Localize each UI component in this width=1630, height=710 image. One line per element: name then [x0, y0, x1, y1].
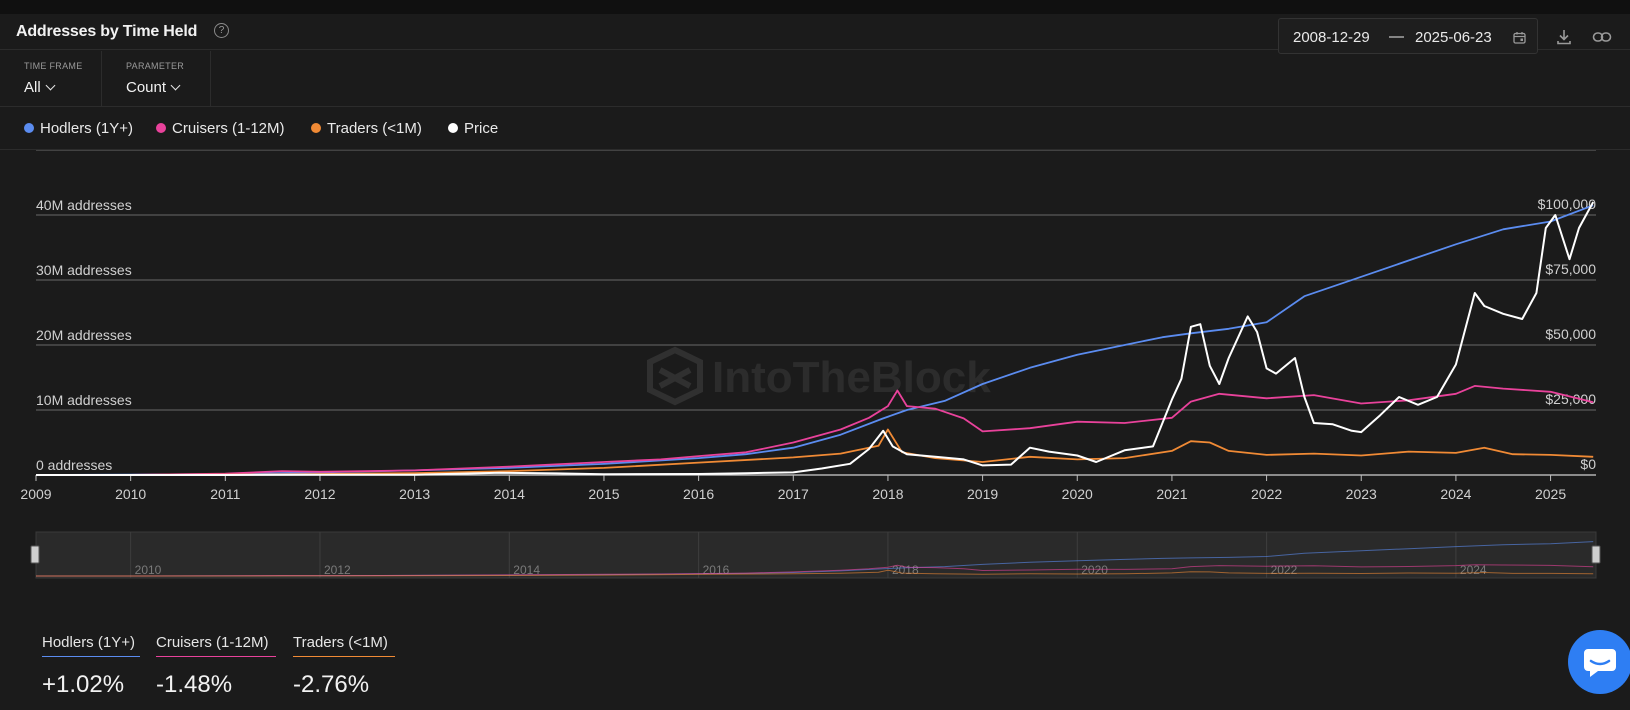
navigator-handle-left[interactable]	[30, 545, 40, 564]
legend-item-traders[interactable]: Traders (<1M)	[311, 120, 422, 137]
stat-value: +1.02%	[42, 671, 125, 698]
x-tick-label: 2009	[20, 486, 51, 502]
date-start[interactable]: 2008-12-29	[1293, 29, 1370, 46]
x-tick-label: 2020	[1062, 486, 1093, 502]
x-tick-label: 2016	[683, 486, 714, 502]
stat-traders: Traders (<1M) -2.76%	[293, 634, 395, 699]
x-tick-label: 2023	[1346, 486, 1377, 502]
x-tick-label: 2024	[1440, 486, 1471, 502]
x-tick-label: 2010	[115, 486, 146, 502]
legend-dot-price	[448, 123, 458, 133]
legend-item-price[interactable]: Price	[448, 120, 498, 137]
question-circle-icon[interactable]: ?	[214, 23, 229, 38]
stat-name: Cruisers (1-12M)	[156, 634, 276, 657]
link-icon[interactable]	[1592, 28, 1612, 46]
y-left-tick-label: 30M addresses	[36, 262, 132, 278]
x-tick-label: 2014	[494, 486, 525, 502]
y-right-tick-label: $75,000	[1545, 261, 1596, 277]
download-icon[interactable]	[1555, 28, 1573, 46]
legend-item-hodlers[interactable]: Hodlers (1Y+)	[24, 120, 133, 137]
stat-hodlers: Hodlers (1Y+) +1.02%	[42, 634, 140, 699]
chart-header: Addresses by Time Held ? 2008-12-29 — 20…	[0, 14, 1630, 54]
timeframe-dropdown[interactable]: TIME FRAME All	[0, 51, 102, 107]
legend-label: Price	[464, 120, 499, 137]
y-left-tick-label: 10M addresses	[36, 392, 132, 408]
x-tick-label: 2025	[1535, 486, 1566, 502]
watermark: IntoTheBlock	[647, 346, 991, 406]
parameter-label: PARAMETER	[126, 61, 185, 71]
legend-label: Hodlers (1Y+)	[40, 120, 133, 137]
navigator-handle-right[interactable]	[1591, 545, 1601, 564]
stats-row: Hodlers (1Y+) +1.02% Cruisers (1-12M) -1…	[0, 620, 1500, 710]
parameter-selected: Count	[126, 79, 167, 96]
stat-value: -1.48%	[156, 671, 233, 698]
y-left-tick-label: 20M addresses	[36, 327, 132, 343]
navigator-year-label: 2016	[703, 563, 730, 577]
x-tick-label: 2018	[872, 486, 903, 502]
y-left-tick-label: 40M addresses	[36, 197, 132, 213]
y-right-tick-label: $100,000	[1538, 196, 1597, 212]
parameter-dropdown[interactable]: PARAMETER Count	[102, 51, 211, 107]
timeframe-selected: All	[24, 79, 41, 96]
chart-area[interactable]: IntoTheBlock 0 addresses 10M addresses 20M…	[0, 150, 1630, 620]
chart-legend: Hodlers (1Y+) Cruisers (1-12M) Traders (…	[0, 108, 1630, 150]
x-tick-label: 2011	[210, 486, 240, 502]
x-tick-label: 2013	[399, 486, 430, 502]
x-tick-label: 2022	[1251, 486, 1282, 502]
date-end[interactable]: 2025-06-23	[1415, 29, 1492, 46]
timeframe-label: TIME FRAME	[24, 61, 83, 71]
chat-button[interactable]	[1568, 630, 1630, 694]
y-left-tick-label: 0 addresses	[36, 457, 112, 473]
stat-name: Traders (<1M)	[293, 634, 395, 657]
top-strip	[0, 0, 1630, 14]
navigator-year-label: 2020	[1081, 563, 1108, 577]
x-tick-label: 2015	[588, 486, 619, 502]
y-right-tick-label: $0	[1580, 456, 1596, 472]
stat-cruisers: Cruisers (1-12M) -1.48%	[156, 634, 276, 699]
series-line-hodlers	[35, 204, 1594, 476]
series-line-price	[36, 201, 1595, 476]
calendar-icon[interactable]	[1513, 31, 1526, 44]
legend-label: Traders (<1M)	[327, 120, 422, 137]
parameter-value[interactable]: Count	[126, 79, 181, 96]
chat-bubble-icon	[1584, 649, 1616, 677]
watermark-text: IntoTheBlock	[712, 353, 991, 402]
navigator-year-label: 2022	[1271, 563, 1298, 577]
chevron-down-icon	[45, 80, 56, 91]
x-tick-label: 2012	[304, 486, 335, 502]
navigator-year-label: 2010	[135, 563, 162, 577]
legend-item-cruisers[interactable]: Cruisers (1-12M)	[156, 120, 285, 137]
legend-dot-traders	[311, 123, 321, 133]
date-range-picker[interactable]: 2008-12-29 — 2025-06-23	[1278, 18, 1538, 54]
stat-name: Hodlers (1Y+)	[42, 634, 140, 657]
date-separator: —	[1389, 28, 1404, 45]
legend-dot-hodlers	[24, 123, 34, 133]
x-tick-label: 2019	[967, 486, 998, 502]
page-title: Addresses by Time Held	[16, 23, 198, 40]
chart-controls: TIME FRAME All PARAMETER Count	[0, 51, 1630, 107]
y-right-tick-label: $50,000	[1545, 326, 1596, 342]
watermark-logo-icon	[647, 346, 703, 406]
stat-value: -2.76%	[293, 671, 370, 698]
x-tick-label: 2017	[778, 486, 809, 502]
timeframe-value[interactable]: All	[24, 79, 56, 96]
navigator-year-label: 2012	[324, 563, 351, 577]
chevron-down-icon	[170, 80, 181, 91]
x-tick-label: 2021	[1156, 486, 1187, 502]
y-right-tick-label: $25,000	[1545, 391, 1596, 407]
legend-label: Cruisers (1-12M)	[172, 120, 285, 137]
legend-dot-cruisers	[156, 123, 166, 133]
